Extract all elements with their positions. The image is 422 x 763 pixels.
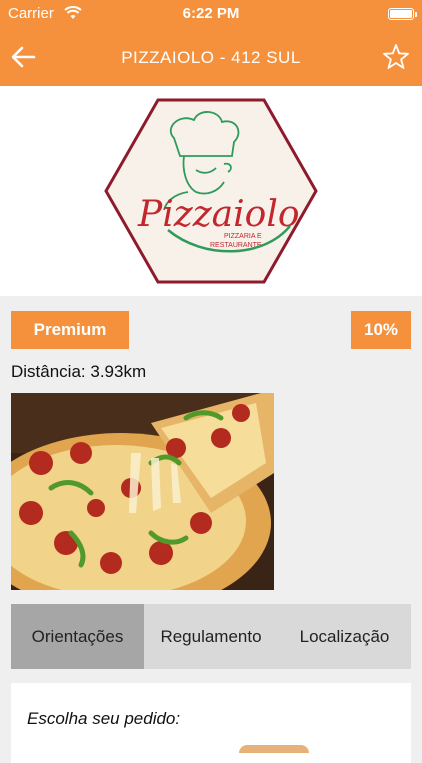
- navigation-bar: PIZZAIOLO - 412 SUL: [0, 28, 422, 86]
- order-item-image-peek[interactable]: [239, 745, 309, 753]
- back-arrow-icon[interactable]: [10, 44, 36, 70]
- pizza-photo: [11, 393, 274, 590]
- discount-badge: 10%: [351, 311, 411, 349]
- premium-badge: Premium: [11, 311, 129, 349]
- distance-label: Distância: 3.93km: [11, 362, 147, 381]
- battery-icon: [388, 8, 414, 20]
- restaurant-logo: Pizzaiolo PIZZARIA E RESTAURANTE: [104, 98, 318, 284]
- svg-text:PIZZARIA E: PIZZARIA E: [224, 233, 262, 240]
- tab-bar: Orientações Regulamento Localização: [11, 604, 411, 669]
- status-bar: Carrier 6:22 PM: [0, 0, 422, 28]
- order-card: Escolha seu pedido:: [11, 683, 411, 763]
- restaurant-logo-area: Pizzaiolo PIZZARIA E RESTAURANTE: [0, 86, 422, 296]
- battery-tip: [415, 12, 417, 17]
- page-title: PIZZAIOLO - 412 SUL: [121, 48, 301, 67]
- order-prompt: Escolha seu pedido:: [27, 709, 181, 728]
- star-outline-icon[interactable]: [382, 43, 410, 71]
- tab-orientacoes[interactable]: Orientações: [11, 604, 144, 669]
- tab-localizacao[interactable]: Localização: [278, 604, 411, 669]
- tab-regulamento[interactable]: Regulamento: [144, 604, 278, 669]
- status-time: 6:22 PM: [182, 5, 240, 22]
- svg-text:Pizzaiolo: Pizzaiolo: [137, 194, 300, 235]
